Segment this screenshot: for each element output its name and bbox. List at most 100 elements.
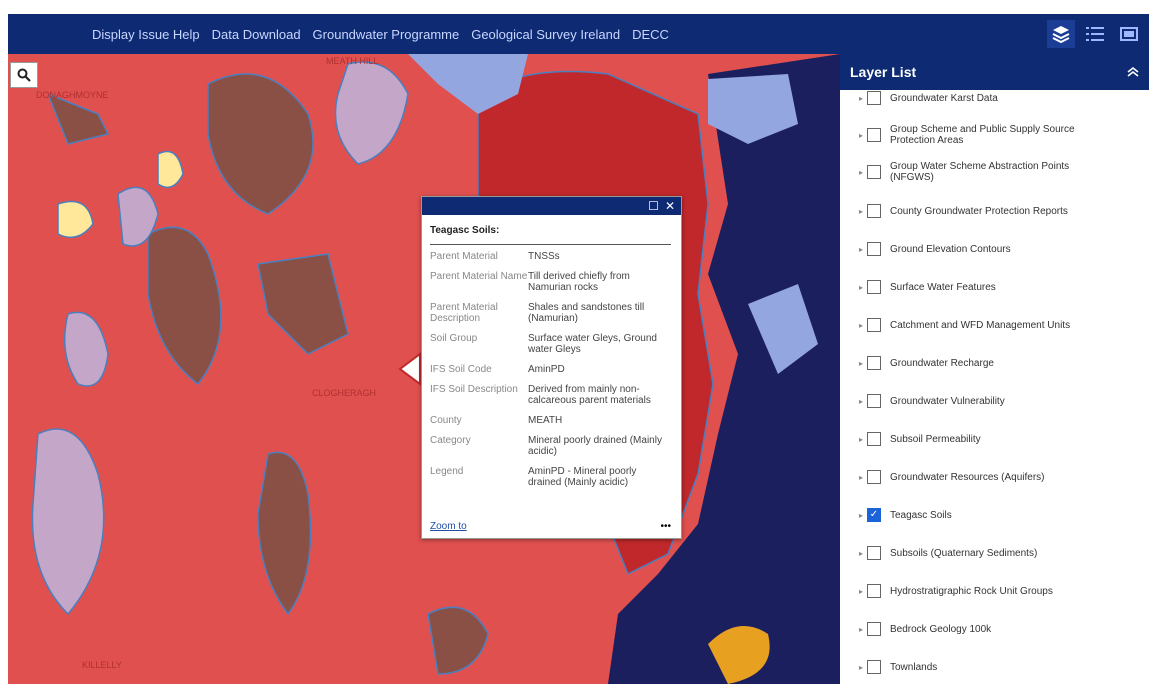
- layer-item[interactable]: ▸ Hydrostratigraphic Rock Unit Groups: [859, 584, 1115, 598]
- expand-arrow-icon[interactable]: ▸: [859, 662, 867, 673]
- basemap-icon[interactable]: [1115, 20, 1143, 48]
- expand-arrow-icon[interactable]: ▸: [859, 624, 867, 635]
- layer-item[interactable]: ▸ Group Scheme and Public Supply Source P…: [859, 124, 1115, 146]
- layer-item[interactable]: ▸ Subsoil Permeability: [859, 432, 1115, 446]
- layer-checkbox-checked[interactable]: ✓: [867, 508, 881, 522]
- popup-row-value: AminPD: [528, 364, 565, 375]
- layer-name: Groundwater Karst Data: [890, 92, 998, 104]
- popup-row-label: Parent Material Description: [430, 302, 498, 324]
- collapse-icon[interactable]: [1127, 64, 1139, 80]
- popup-body: Parent Material TNSSs Parent Material Nam…: [430, 251, 681, 513]
- layer-item[interactable]: ▸ Subsoils (Quaternary Sediments): [859, 546, 1115, 560]
- popup-row-label: Legend: [430, 466, 464, 477]
- layers-icon[interactable]: [1047, 20, 1075, 48]
- popup-row-label: Parent Material Name: [430, 271, 528, 282]
- layer-name: Group Scheme and Public Supply Source Pr…: [890, 124, 1075, 146]
- expand-arrow-icon[interactable]: ▸: [859, 244, 867, 255]
- layer-list-title: Layer List: [850, 64, 917, 80]
- layer-item[interactable]: ▸ Ground Elevation Contours: [859, 242, 1115, 256]
- expand-arrow-icon[interactable]: ▸: [859, 206, 867, 217]
- popup-row-label: Soil Group: [430, 333, 478, 344]
- layer-checkbox[interactable]: [867, 280, 881, 294]
- popup-row: County MEATH: [430, 415, 681, 426]
- popup-row: Soil Group Surface water Gleys, Ground wa…: [430, 333, 681, 355]
- popup-row: Parent Material Description Shales and sa…: [430, 302, 681, 324]
- expand-arrow-icon[interactable]: ▸: [859, 548, 867, 559]
- close-icon[interactable]: ✕: [665, 199, 675, 213]
- layer-item[interactable]: ▸ Bedrock Geology 100k: [859, 622, 1115, 636]
- expand-arrow-icon[interactable]: ▸: [859, 510, 867, 521]
- layer-checkbox[interactable]: [867, 128, 881, 142]
- layer-checkbox[interactable]: [867, 318, 881, 332]
- popup-row-value: AminPD - Mineral poorly drained (Mainly …: [528, 466, 637, 488]
- layer-list-panel: Layer List ▸ Groundwater Karst Data ▸ Grou…: [840, 54, 1149, 684]
- popup-title: Teagasc Soils:: [430, 225, 671, 245]
- expand-arrow-icon[interactable]: ▸: [859, 586, 867, 597]
- layer-checkbox[interactable]: [867, 470, 881, 484]
- nav-link-display-issue-help[interactable]: Display Issue Help: [92, 27, 200, 42]
- layer-item[interactable]: ▸ Group Water Scheme Abstraction Points (…: [859, 161, 1115, 183]
- layer-item[interactable]: ▸ Groundwater Karst Data: [859, 91, 1115, 105]
- layer-item[interactable]: ▸ Groundwater Vulnerability: [859, 394, 1115, 408]
- layer-checkbox[interactable]: [867, 432, 881, 446]
- nav-link-decc[interactable]: DECC: [632, 27, 669, 42]
- layer-item[interactable]: ▸ ✓ Teagasc Soils: [859, 508, 1115, 522]
- nav-link-groundwater-programme[interactable]: Groundwater Programme: [313, 27, 460, 42]
- popup-row-label: County: [430, 415, 462, 426]
- layer-item[interactable]: ▸ Townlands: [859, 660, 1115, 674]
- search-button[interactable]: [10, 62, 38, 88]
- nav-link-geological-survey-ireland[interactable]: Geological Survey Ireland: [471, 27, 620, 42]
- layer-name: Subsoils (Quaternary Sediments): [890, 547, 1038, 559]
- layer-item[interactable]: ▸ Groundwater Recharge: [859, 356, 1115, 370]
- expand-arrow-icon[interactable]: ▸: [859, 167, 867, 178]
- layer-checkbox[interactable]: [867, 584, 881, 598]
- layer-checkbox[interactable]: [867, 546, 881, 560]
- expand-arrow-icon[interactable]: ▸: [859, 358, 867, 369]
- layer-name: County Groundwater Protection Reports: [890, 205, 1068, 217]
- maximize-icon[interactable]: ☐: [648, 199, 659, 213]
- popup-row-value: Till derived chiefly from Namurian rocks: [528, 271, 630, 293]
- layer-checkbox[interactable]: [867, 660, 881, 674]
- popup-row-value: Derived from mainly non-calcareous paren…: [528, 384, 651, 406]
- popup-row-label: IFS Soil Description: [430, 384, 518, 395]
- layer-item[interactable]: ▸ Surface Water Features: [859, 280, 1115, 294]
- expand-arrow-icon[interactable]: ▸: [859, 320, 867, 331]
- zoom-to-link[interactable]: Zoom to: [430, 521, 467, 532]
- popup-row-label: IFS Soil Code: [430, 364, 492, 375]
- layer-name: Surface Water Features: [890, 281, 996, 293]
- layer-checkbox[interactable]: [867, 204, 881, 218]
- layer-name: Subsoil Permeability: [890, 433, 981, 445]
- layer-list-header: Layer List: [840, 54, 1149, 90]
- popup-row-label: Category: [430, 435, 471, 446]
- nav-link-data-download[interactable]: Data Download: [212, 27, 301, 42]
- layer-item[interactable]: ▸ Groundwater Resources (Aquifers): [859, 470, 1115, 484]
- expand-arrow-icon[interactable]: ▸: [859, 282, 867, 293]
- nav-links: Display Issue Help Data Download Groundw…: [92, 27, 669, 42]
- layer-checkbox[interactable]: [867, 91, 881, 105]
- layer-item[interactable]: ▸ Catchment and WFD Management Units: [859, 318, 1115, 332]
- layer-name: Hydrostratigraphic Rock Unit Groups: [890, 585, 1053, 597]
- expand-arrow-icon[interactable]: ▸: [859, 434, 867, 445]
- expand-arrow-icon[interactable]: ▸: [859, 93, 867, 104]
- layer-checkbox[interactable]: [867, 242, 881, 256]
- top-nav-bar: Display Issue Help Data Download Groundw…: [8, 14, 1149, 54]
- list-icon[interactable]: [1081, 20, 1109, 48]
- popup-row-value: Mineral poorly drained (Mainly acidic): [528, 435, 662, 457]
- expand-arrow-icon[interactable]: ▸: [859, 396, 867, 407]
- layer-item[interactable]: ▸ County Groundwater Protection Reports: [859, 204, 1115, 218]
- layer-checkbox[interactable]: [867, 165, 881, 179]
- expand-arrow-icon[interactable]: ▸: [859, 472, 867, 483]
- expand-arrow-icon[interactable]: ▸: [859, 130, 867, 141]
- popup-row: Category Mineral poorly drained (Mainly a…: [430, 435, 681, 457]
- toolbar: [1047, 20, 1143, 48]
- popup-row: Parent Material TNSSs: [430, 251, 681, 262]
- layer-checkbox[interactable]: [867, 394, 881, 408]
- layer-name: Catchment and WFD Management Units: [890, 319, 1071, 331]
- popup-header: ☐ ✕: [422, 197, 681, 215]
- layer-checkbox[interactable]: [867, 356, 881, 370]
- map-label-clogheragh: CLOGHERAGH: [312, 388, 376, 398]
- popup-row: IFS Soil Description Derived from mainly …: [430, 384, 681, 406]
- layer-name: Groundwater Vulnerability: [890, 395, 1005, 407]
- more-options-icon[interactable]: •••: [660, 521, 671, 532]
- layer-checkbox[interactable]: [867, 622, 881, 636]
